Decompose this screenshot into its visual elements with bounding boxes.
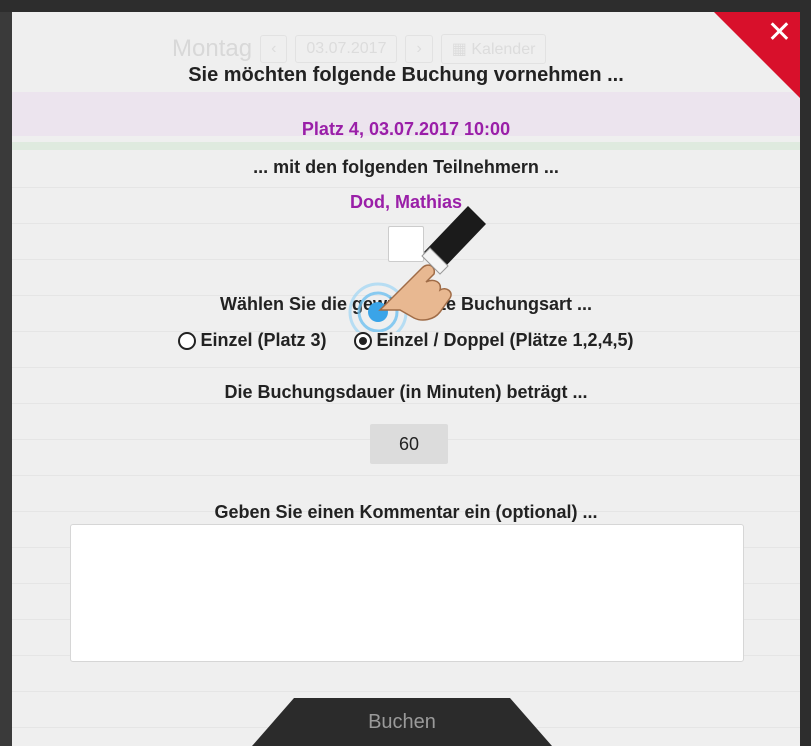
radio-einzel[interactable]: Einzel (Platz 3) [178,330,326,351]
radio-einzel-doppel[interactable]: Einzel / Doppel (Plätze 1,2,4,5) [354,330,634,351]
comment-field[interactable] [70,524,744,662]
participants-heading: ... mit den folgenden Teilnehmern ... [253,157,559,177]
radio-einzel-label: Einzel (Platz 3) [200,330,327,350]
dialog-content: Sie möchten folgende Buchung vornehmen .… [12,12,800,746]
background-right-strip [799,0,811,746]
booking-summary: Platz 4, 03.07.2017 10:00 [301,119,511,139]
booking-modal: Montag ‹ 03.07.2017 › ▦ Kalender Sie möc… [12,12,800,746]
pointing-hand-icon [348,206,486,332]
duration-label: Die Buchungsdauer (in Minuten) beträgt .… [224,382,588,402]
dialog-title: Sie möchten folgende Buchung vornehmen .… [188,64,624,86]
radio-circle-einzel-doppel[interactable] [354,331,373,350]
close-icon[interactable]: ✕ [767,18,792,48]
duration-value[interactable]: 60 [370,424,448,464]
booking-type-options: Einzel (Platz 3) Einzel / Doppel (Plätze… [12,330,800,351]
comment-label: Geben Sie einen Kommentar ein (optional)… [214,502,598,522]
radio-einzel-doppel-label: Einzel / Doppel (Plätze 1,2,4,5) [376,330,634,350]
background-top-strip [0,0,811,12]
book-button[interactable]: Buchen [252,698,552,746]
radio-circle-einzel[interactable] [178,331,197,350]
